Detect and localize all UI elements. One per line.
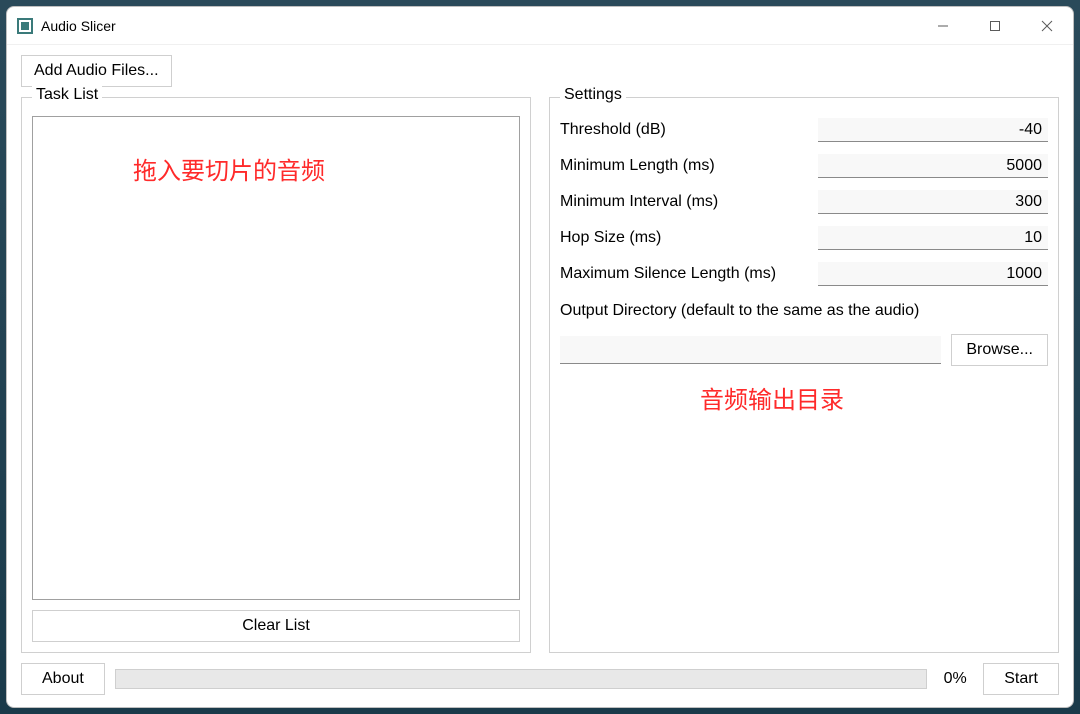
- progress-percent: 0%: [937, 670, 973, 688]
- annotation-output-hint: 音频输出目录: [700, 380, 844, 415]
- min-length-input[interactable]: [818, 154, 1048, 178]
- output-dir-row: Browse...: [560, 334, 1048, 366]
- app-window: Audio Slicer Add Audio Files... Task Lis…: [6, 6, 1074, 708]
- max-silence-input[interactable]: [818, 262, 1048, 286]
- max-silence-label: Maximum Silence Length (ms): [560, 265, 818, 283]
- settings-title: Settings: [560, 86, 626, 104]
- threshold-label: Threshold (dB): [560, 121, 818, 139]
- settings-group: Settings Threshold (dB) Minimum Length (…: [549, 97, 1059, 653]
- min-length-label: Minimum Length (ms): [560, 157, 818, 175]
- start-button[interactable]: Start: [983, 663, 1059, 695]
- progress-bar: [115, 669, 927, 689]
- annotation-drop-hint: 拖入要切片的音频: [133, 151, 325, 186]
- hop-size-input[interactable]: [818, 226, 1048, 250]
- app-icon: [17, 18, 33, 34]
- task-list-title: Task List: [32, 86, 102, 104]
- clear-list-button[interactable]: Clear List: [32, 610, 520, 642]
- min-interval-input[interactable]: [818, 190, 1048, 214]
- about-button[interactable]: About: [21, 663, 105, 695]
- task-list[interactable]: 拖入要切片的音频: [32, 116, 520, 600]
- content-area: Add Audio Files... Task List 拖入要切片的音频 Cl…: [7, 45, 1073, 653]
- browse-button[interactable]: Browse...: [951, 334, 1048, 366]
- setting-row-max-silence: Maximum Silence Length (ms): [560, 260, 1048, 288]
- window-title: Audio Slicer: [41, 18, 116, 34]
- close-button[interactable]: [1021, 7, 1073, 45]
- setting-row-hop-size: Hop Size (ms): [560, 224, 1048, 252]
- maximize-button[interactable]: [969, 7, 1021, 45]
- bottom-bar: About 0% Start: [7, 653, 1073, 707]
- main-columns: Task List 拖入要切片的音频 Clear List Settings T…: [21, 97, 1059, 653]
- setting-row-threshold: Threshold (dB): [560, 116, 1048, 144]
- minimize-button[interactable]: [917, 7, 969, 45]
- add-audio-files-button[interactable]: Add Audio Files...: [21, 55, 172, 87]
- min-interval-label: Minimum Interval (ms): [560, 193, 818, 211]
- setting-row-min-length: Minimum Length (ms): [560, 152, 1048, 180]
- threshold-input[interactable]: [818, 118, 1048, 142]
- output-dir-label: Output Directory (default to the same as…: [560, 302, 1048, 320]
- settings-rows: Threshold (dB) Minimum Length (ms) Minim…: [560, 116, 1048, 374]
- titlebar[interactable]: Audio Slicer: [7, 7, 1073, 45]
- setting-row-min-interval: Minimum Interval (ms): [560, 188, 1048, 216]
- output-dir-input[interactable]: [560, 336, 941, 364]
- hop-size-label: Hop Size (ms): [560, 229, 818, 247]
- task-list-group: Task List 拖入要切片的音频 Clear List: [21, 97, 531, 653]
